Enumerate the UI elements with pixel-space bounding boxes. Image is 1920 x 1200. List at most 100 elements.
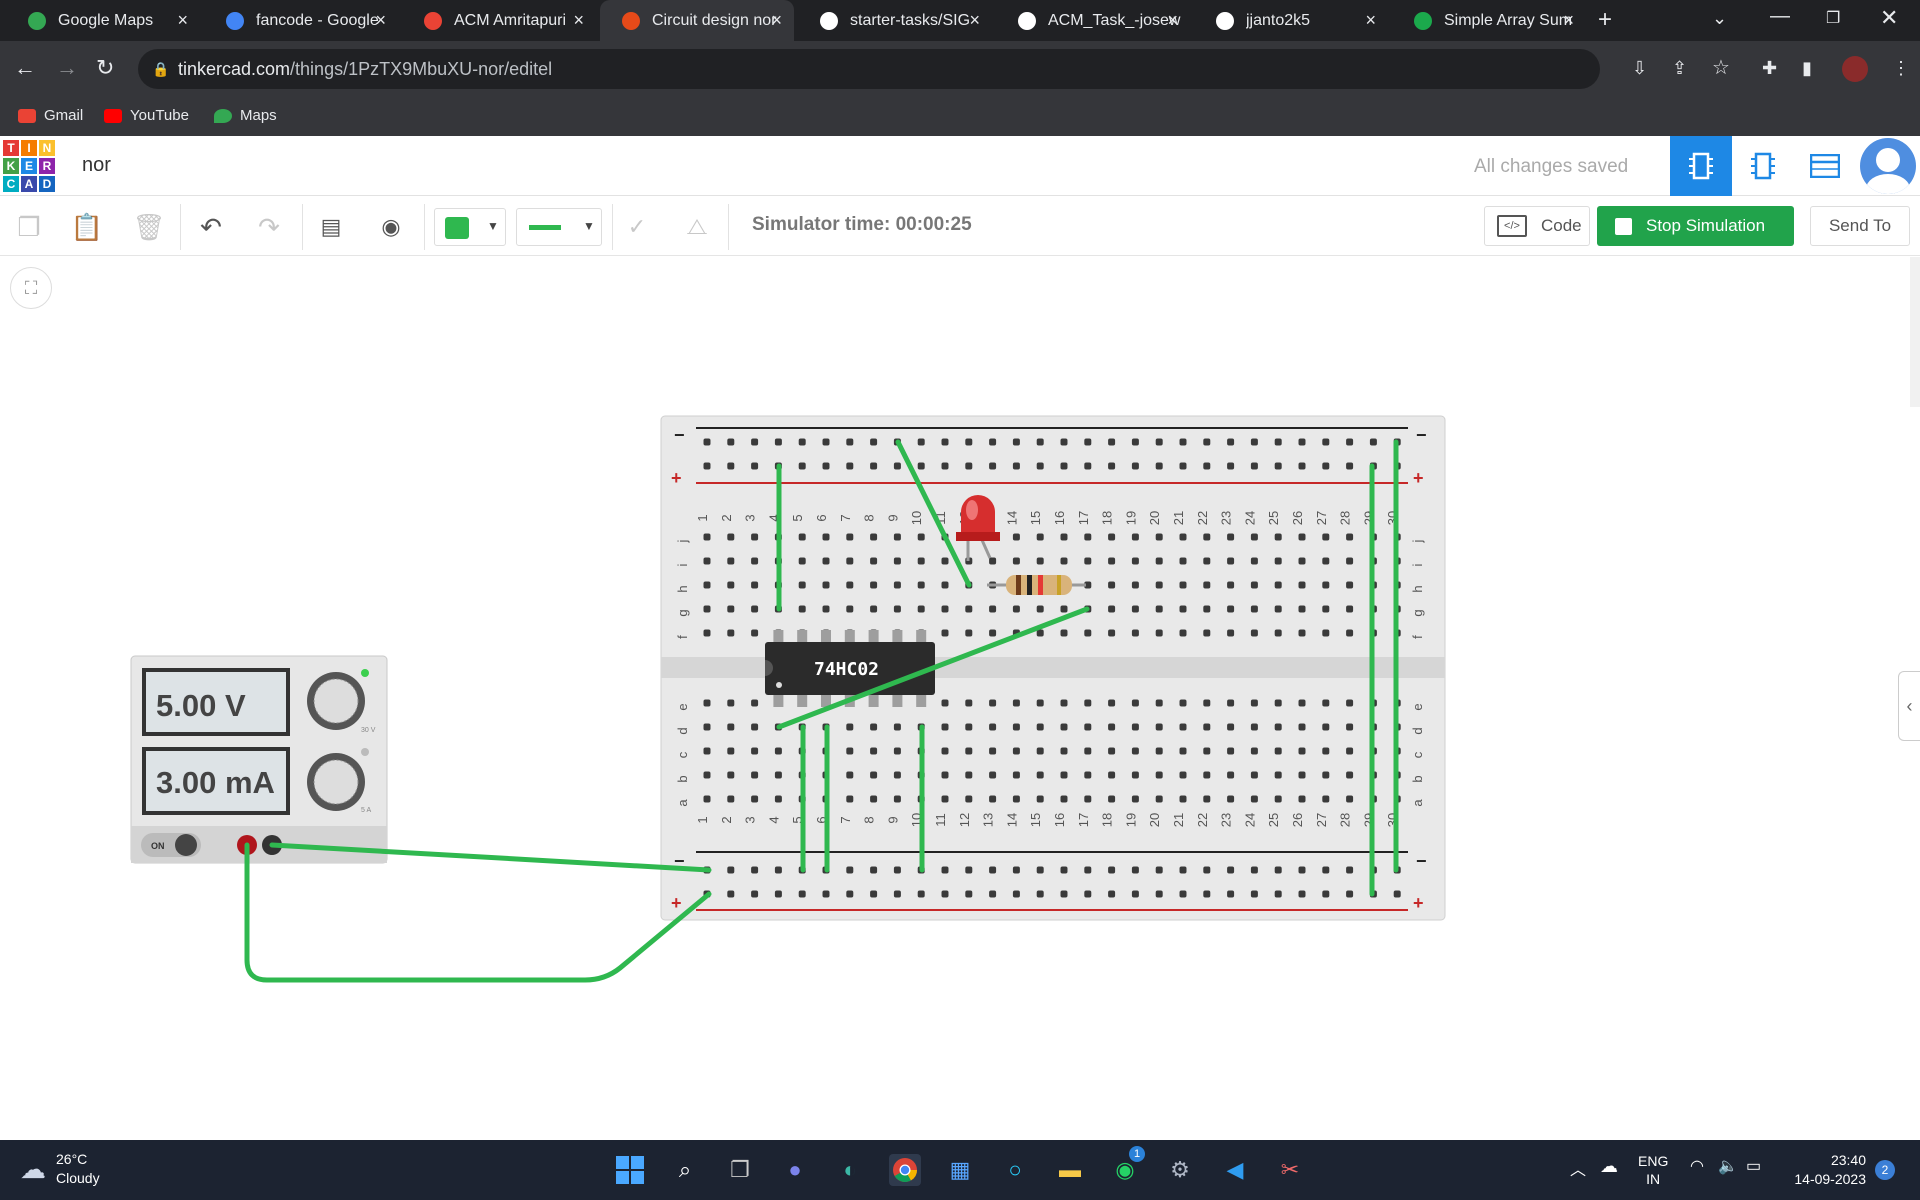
breadboard-hole[interactable] xyxy=(1131,438,1139,446)
circuit-view-button[interactable] xyxy=(1670,136,1732,196)
breadboard-hole[interactable] xyxy=(751,605,759,613)
breadboard-hole[interactable] xyxy=(1108,771,1116,779)
breadboard-hole[interactable] xyxy=(893,533,901,541)
breadboard-hole[interactable] xyxy=(798,557,806,565)
breadboard-hole[interactable] xyxy=(1036,533,1044,541)
breadboard-hole[interactable] xyxy=(941,438,949,446)
breadboard-hole[interactable] xyxy=(727,723,735,731)
share-icon[interactable]: ⇪ xyxy=(1672,55,1687,81)
breadboard-hole[interactable] xyxy=(703,723,711,731)
breadboard-hole[interactable] xyxy=(1298,890,1306,898)
breadboard-hole[interactable] xyxy=(917,890,925,898)
breadboard-hole[interactable] xyxy=(1036,747,1044,755)
breadboard-hole[interactable] xyxy=(846,533,854,541)
breadboard-hole[interactable] xyxy=(989,747,997,755)
wire-color-dropdown[interactable]: ▼ xyxy=(434,208,506,246)
breadboard-hole[interactable] xyxy=(1060,890,1068,898)
breadboard-hole[interactable] xyxy=(965,771,973,779)
breadboard-hole[interactable] xyxy=(965,795,973,803)
breadboard-hole[interactable] xyxy=(1227,557,1235,565)
profile-avatar[interactable] xyxy=(1842,56,1868,82)
breadboard-hole[interactable] xyxy=(917,605,925,613)
breadboard-hole[interactable] xyxy=(1322,533,1330,541)
breadboard-hole[interactable] xyxy=(1227,438,1235,446)
breadboard-hole[interactable] xyxy=(1346,581,1354,589)
tab-close-icon[interactable]: × xyxy=(969,10,980,31)
breadboard-hole[interactable] xyxy=(965,723,973,731)
breadboard-hole[interactable] xyxy=(822,605,830,613)
breadboard-hole[interactable] xyxy=(1250,747,1258,755)
browser-tab[interactable]: jjanto2k5 × xyxy=(1194,0,1388,41)
settings-gear-icon[interactable]: ⚙ xyxy=(1164,1154,1196,1186)
breadboard-hole[interactable] xyxy=(751,533,759,541)
breadboard-hole[interactable] xyxy=(1346,629,1354,637)
breadboard-hole[interactable] xyxy=(1012,438,1020,446)
tray-chevron-icon[interactable]: ︿ xyxy=(1570,1156,1586,1180)
breadboard-hole[interactable] xyxy=(1179,890,1187,898)
breadboard-hole[interactable] xyxy=(870,533,878,541)
breadboard-hole[interactable] xyxy=(1298,866,1306,874)
breadboard-hole[interactable] xyxy=(1274,795,1282,803)
code-button[interactable]: </> Code xyxy=(1484,206,1590,246)
breadboard-hole[interactable] xyxy=(774,890,782,898)
breadboard-hole[interactable] xyxy=(703,438,711,446)
schematic-view-button[interactable] xyxy=(1732,136,1794,196)
breadboard-hole[interactable] xyxy=(1155,747,1163,755)
breadboard-hole[interactable] xyxy=(1298,533,1306,541)
breadboard-hole[interactable] xyxy=(846,723,854,731)
breadboard-hole[interactable] xyxy=(1108,557,1116,565)
breadboard-hole[interactable] xyxy=(1060,533,1068,541)
breadboard-hole[interactable] xyxy=(1274,605,1282,613)
paste-icon[interactable]: 📋 xyxy=(70,210,104,244)
breadboard-hole[interactable] xyxy=(1179,605,1187,613)
start-icon[interactable] xyxy=(614,1154,646,1186)
battery-icon[interactable]: ▭ xyxy=(1746,1156,1761,1176)
breadboard-hole[interactable] xyxy=(870,747,878,755)
breadboard-hole[interactable] xyxy=(703,629,711,637)
breadboard-hole[interactable] xyxy=(727,533,735,541)
breadboard-hole[interactable] xyxy=(751,890,759,898)
breadboard-hole[interactable] xyxy=(798,462,806,470)
breadboard-hole[interactable] xyxy=(846,462,854,470)
breadboard-hole[interactable] xyxy=(1346,557,1354,565)
breadboard-hole[interactable] xyxy=(1108,890,1116,898)
breadboard-hole[interactable] xyxy=(1298,629,1306,637)
breadboard-hole[interactable] xyxy=(1250,866,1258,874)
breadboard-hole[interactable] xyxy=(1084,747,1092,755)
breadboard-hole[interactable] xyxy=(1250,438,1258,446)
breadboard-hole[interactable] xyxy=(917,557,925,565)
breadboard-hole[interactable] xyxy=(751,747,759,755)
breadboard-hole[interactable] xyxy=(822,438,830,446)
breadboard-hole[interactable] xyxy=(1179,795,1187,803)
breadboard-hole[interactable] xyxy=(1274,557,1282,565)
breadboard-hole[interactable] xyxy=(822,890,830,898)
breadboard-hole[interactable] xyxy=(1012,605,1020,613)
breadboard-hole[interactable] xyxy=(846,557,854,565)
user-avatar[interactable] xyxy=(1860,138,1916,194)
search-icon[interactable]: ⌕ xyxy=(669,1154,701,1186)
breadboard-hole[interactable] xyxy=(1012,866,1020,874)
breadboard-hole[interactable] xyxy=(989,890,997,898)
breadboard-hole[interactable] xyxy=(1203,557,1211,565)
edge-icon[interactable]: ◐ xyxy=(834,1154,866,1186)
breadboard-hole[interactable] xyxy=(1179,747,1187,755)
breadboard-hole[interactable] xyxy=(893,771,901,779)
breadboard-hole[interactable] xyxy=(1203,629,1211,637)
breadboard-hole[interactable] xyxy=(846,795,854,803)
tab-close-icon[interactable]: × xyxy=(375,10,386,31)
breadboard-hole[interactable] xyxy=(1227,581,1235,589)
breadboard-hole[interactable] xyxy=(1108,581,1116,589)
breadboard-hole[interactable] xyxy=(846,890,854,898)
breadboard-hole[interactable] xyxy=(893,723,901,731)
breadboard-hole[interactable] xyxy=(1298,581,1306,589)
breadboard-hole[interactable] xyxy=(1084,438,1092,446)
tab-close-icon[interactable]: × xyxy=(177,10,188,31)
breadboard-hole[interactable] xyxy=(1155,795,1163,803)
breadboard-hole[interactable] xyxy=(727,581,735,589)
breadboard-hole[interactable] xyxy=(1346,438,1354,446)
breadboard-hole[interactable] xyxy=(727,557,735,565)
browser-tab[interactable]: ACM_Task_-josew × xyxy=(996,0,1190,41)
breadboard-hole[interactable] xyxy=(1131,795,1139,803)
breadboard-hole[interactable] xyxy=(870,438,878,446)
breadboard-hole[interactable] xyxy=(989,771,997,779)
